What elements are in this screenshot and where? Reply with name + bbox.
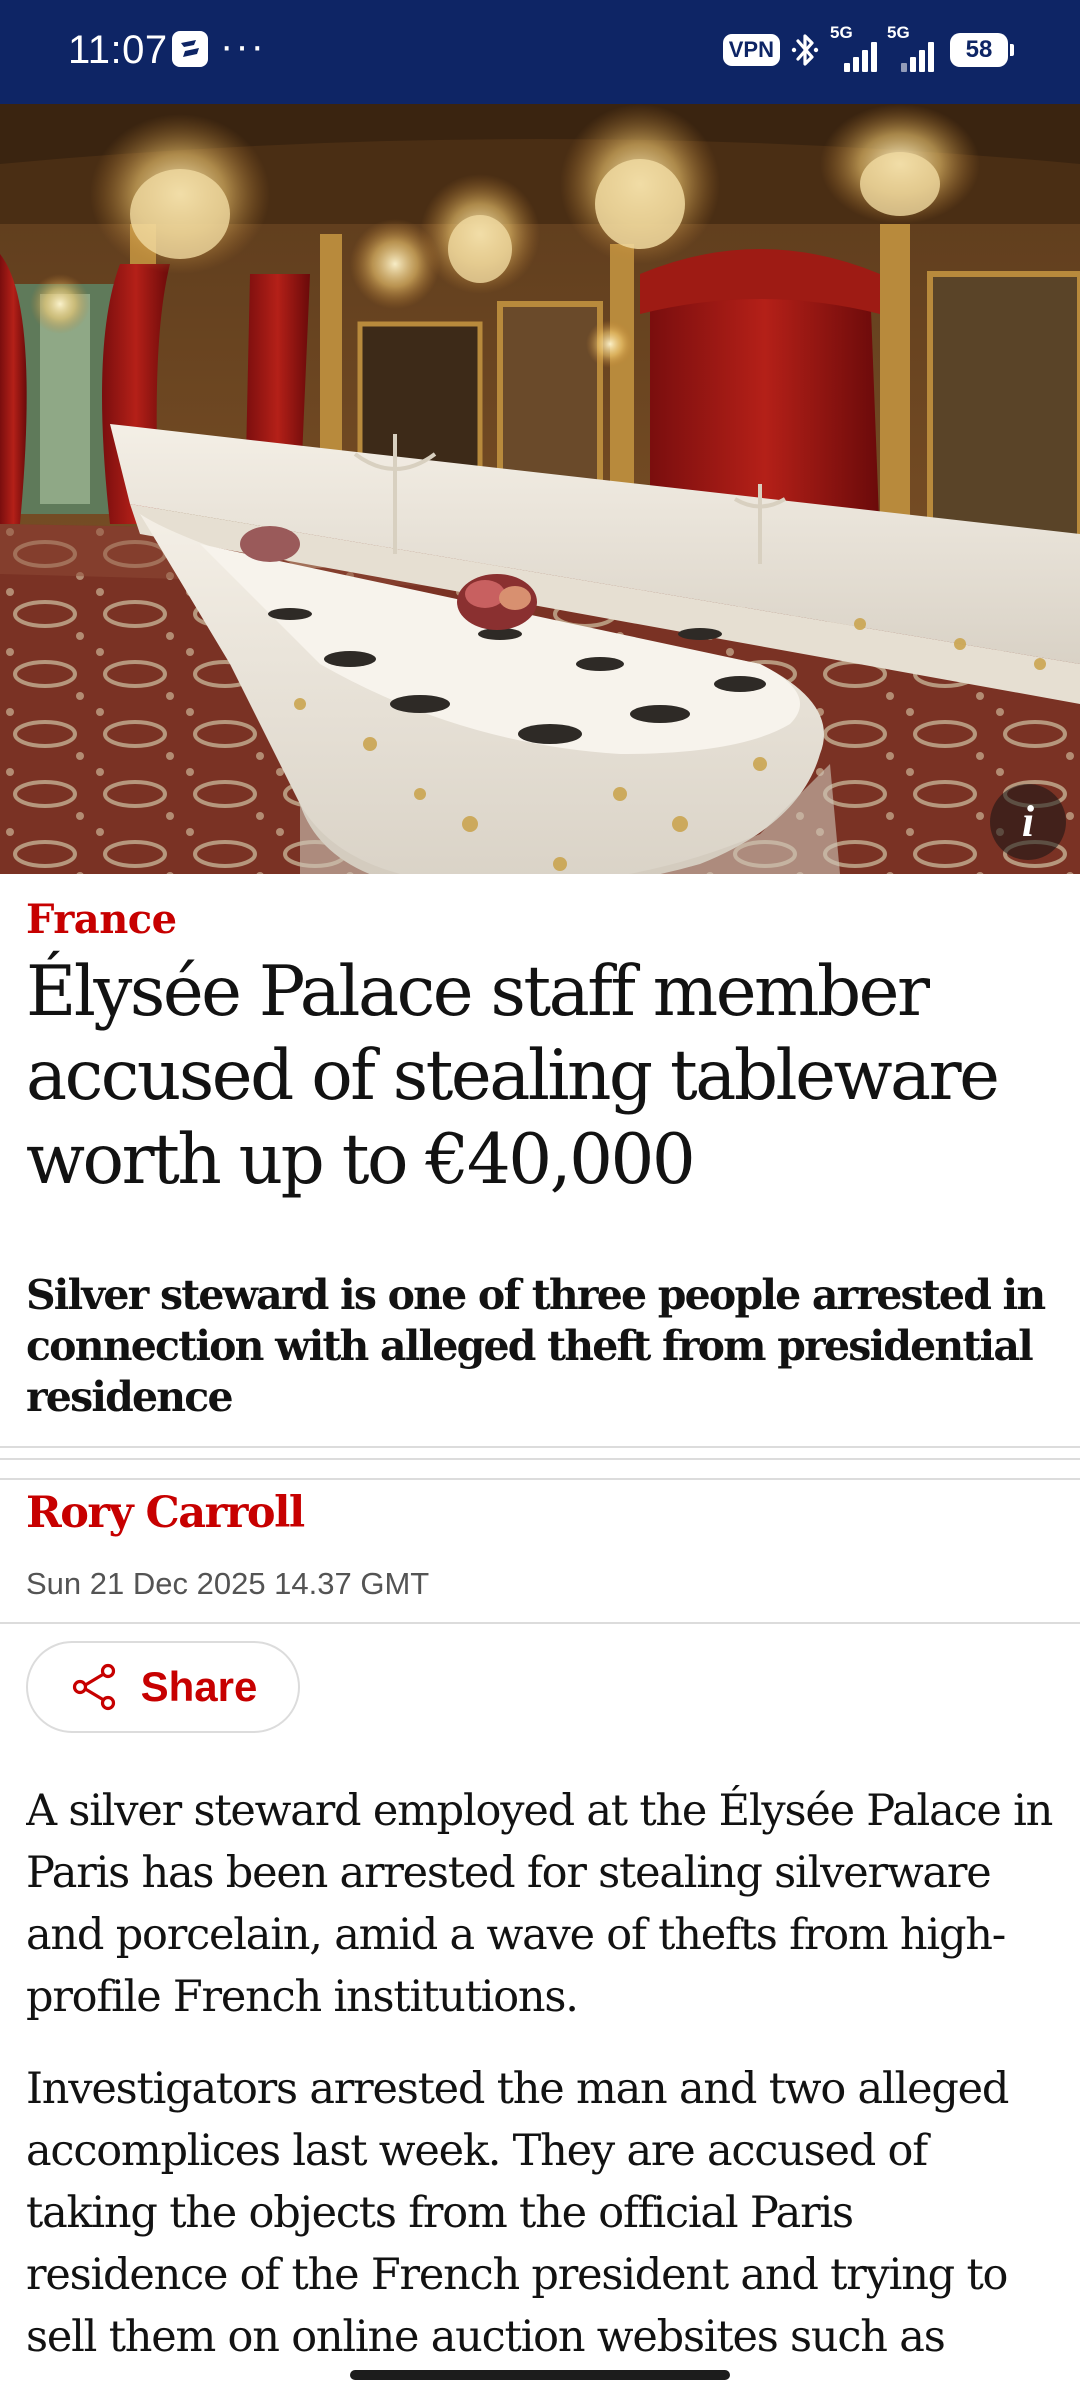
article-headline: Élysée Palace staff member accused of st… xyxy=(26,952,1000,1200)
article-standfirst: Silver steward is one of three people ar… xyxy=(26,1271,1046,1421)
divider xyxy=(0,1622,1080,1624)
home-indicator[interactable] xyxy=(350,2370,730,2380)
bluetooth-icon xyxy=(790,30,820,70)
article-paragraph: A silver steward employed at the Élysée … xyxy=(26,1786,1053,2022)
signal-strength-icon: 5G xyxy=(830,24,877,72)
divider xyxy=(0,1478,1080,1480)
more-notifications-icon: ··· xyxy=(220,24,266,68)
network-type-label: 5G xyxy=(830,23,853,42)
image-info-button[interactable]: i xyxy=(990,784,1066,860)
section-tag[interactable]: France xyxy=(26,892,177,948)
share-button-label: Share xyxy=(140,1663,258,1710)
signal-strength-icon-2: 5G xyxy=(887,24,934,72)
divider xyxy=(0,1446,1080,1460)
notification-app-icon xyxy=(172,31,208,67)
hero-image: i xyxy=(0,104,1080,874)
battery-icon: 58 xyxy=(950,33,1014,67)
status-time: 11:07 xyxy=(68,28,168,72)
article-paragraph: Investigators arrested the man and two a… xyxy=(26,2064,1009,2360)
network-type-label-2: 5G xyxy=(887,23,910,42)
share-button[interactable]: Share xyxy=(26,1641,300,1733)
article-body: A silver steward employed at the Élysée … xyxy=(26,1780,1056,2360)
vpn-badge: VPN xyxy=(722,34,780,66)
status-indicators: VPN 5G 5G 58 xyxy=(722,24,1014,76)
status-bar: 11:07 ··· VPN 5G 5G 58 xyxy=(0,0,1080,104)
author-byline[interactable]: Rory Carroll xyxy=(26,1484,305,1542)
publish-date: Sun 21 Dec 2025 14.37 GMT xyxy=(26,1566,430,1601)
share-icon xyxy=(69,1662,119,1712)
